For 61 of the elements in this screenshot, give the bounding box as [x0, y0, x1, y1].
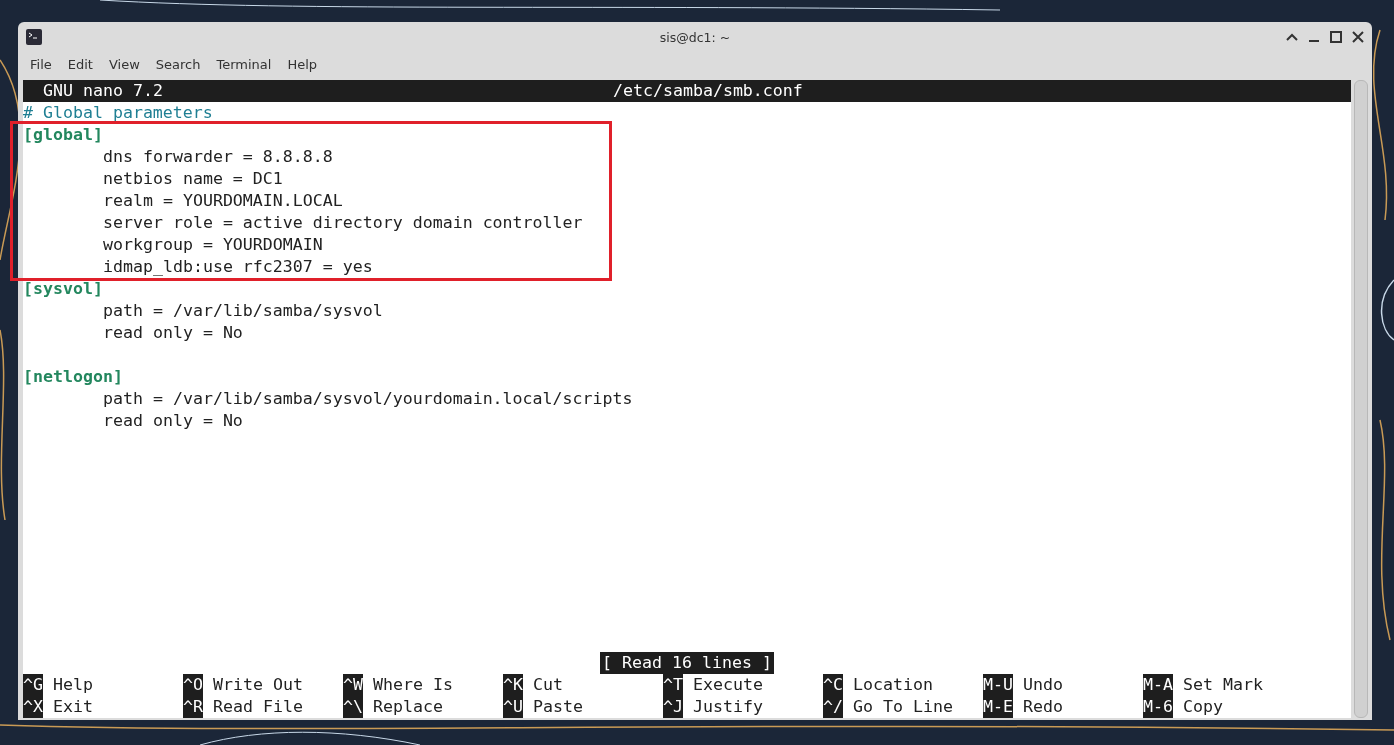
shortcut-label: Exit	[53, 696, 93, 718]
setting-line: workgroup = YOURDOMAIN	[102, 235, 323, 254]
shortcut-key: M-6	[1143, 696, 1173, 718]
shortcut-label: Location	[853, 674, 933, 696]
section-header: [global]	[23, 125, 103, 144]
shortcut-label: Justify	[693, 696, 763, 718]
menu-item[interactable]: File	[22, 54, 60, 74]
close-icon[interactable]	[1352, 31, 1364, 43]
shortcut-key: ^K	[503, 674, 523, 696]
shortcut-key: M-A	[1143, 674, 1173, 696]
menu-item[interactable]: Terminal	[208, 54, 280, 74]
shortcut-label: Execute	[693, 674, 763, 696]
shortcut-label: Undo	[1023, 674, 1063, 696]
shortcut-key: ^\	[343, 696, 363, 718]
shortcut-key: M-U	[983, 674, 1013, 696]
setting-line: realm = YOURDOMAIN.LOCAL	[102, 191, 343, 210]
shortcut-label: Write Out	[213, 674, 303, 696]
shortcut-key: ^U	[503, 696, 523, 718]
comment-line: # Global parameters	[23, 103, 213, 122]
file-name: /etc/samba/smb.conf	[613, 80, 803, 102]
section-header: [sysvol]	[23, 279, 103, 298]
menu-item[interactable]: Search	[147, 54, 209, 74]
terminal-icon	[26, 29, 42, 45]
shortcut-label: Copy	[1183, 696, 1223, 718]
setting-line: server role = active directory domain controller	[102, 213, 583, 232]
shortcut-label: Help	[53, 674, 93, 696]
setting-line: dns forwarder = 8.8.8.8	[102, 147, 333, 166]
shortcut-key: ^R	[183, 696, 203, 718]
shortcut-key: ^X	[23, 696, 43, 718]
shortcut-label: Paste	[533, 696, 583, 718]
menu-item[interactable]: Edit	[59, 54, 101, 74]
menu-item[interactable]: View	[100, 54, 148, 74]
window-title: sis@dc1: ~	[658, 29, 732, 45]
nano-version: GNU nano 7.2	[42, 80, 163, 102]
setting-line: path = /var/lib/samba/sysvol/yourdomain.local/scripts	[102, 389, 633, 408]
chevron-up-icon[interactable]	[1286, 33, 1298, 41]
scrollbar[interactable]	[1354, 80, 1368, 718]
shortcut-key: ^J	[663, 696, 683, 718]
section-header: [netlogon]	[23, 367, 123, 386]
shortcut-key: ^C	[823, 674, 843, 696]
setting-line: netbios name = DC1	[102, 169, 283, 188]
setting-line: read only = No	[102, 323, 243, 342]
shortcut-label: Where Is	[373, 674, 453, 696]
shortcut-key: ^T	[663, 674, 683, 696]
menu-item[interactable]: Help	[279, 54, 326, 74]
setting-line: idmap_ldb:use rfc2307 = yes	[102, 257, 373, 276]
shortcut-key: ^W	[343, 674, 363, 696]
status-message: [ Read 16 lines ]	[600, 652, 774, 674]
maximize-icon[interactable]	[1330, 31, 1342, 43]
shortcut-key: M-E	[983, 696, 1013, 718]
shortcut-label: Cut	[533, 674, 563, 696]
shortcut-label: Redo	[1023, 696, 1063, 718]
shortcut-key: ^/	[823, 696, 843, 718]
shortcut-key: ^O	[183, 674, 203, 696]
shortcut-key: ^G	[23, 674, 43, 696]
setting-line: read only = No	[102, 411, 243, 430]
shortcut-label: Go To Line	[853, 696, 953, 718]
shortcut-label: Replace	[373, 696, 443, 718]
shortcut-label: Read File	[213, 696, 303, 718]
setting-line: path = /var/lib/samba/sysvol	[102, 301, 383, 320]
shortcut-label: Set Mark	[1183, 674, 1263, 696]
